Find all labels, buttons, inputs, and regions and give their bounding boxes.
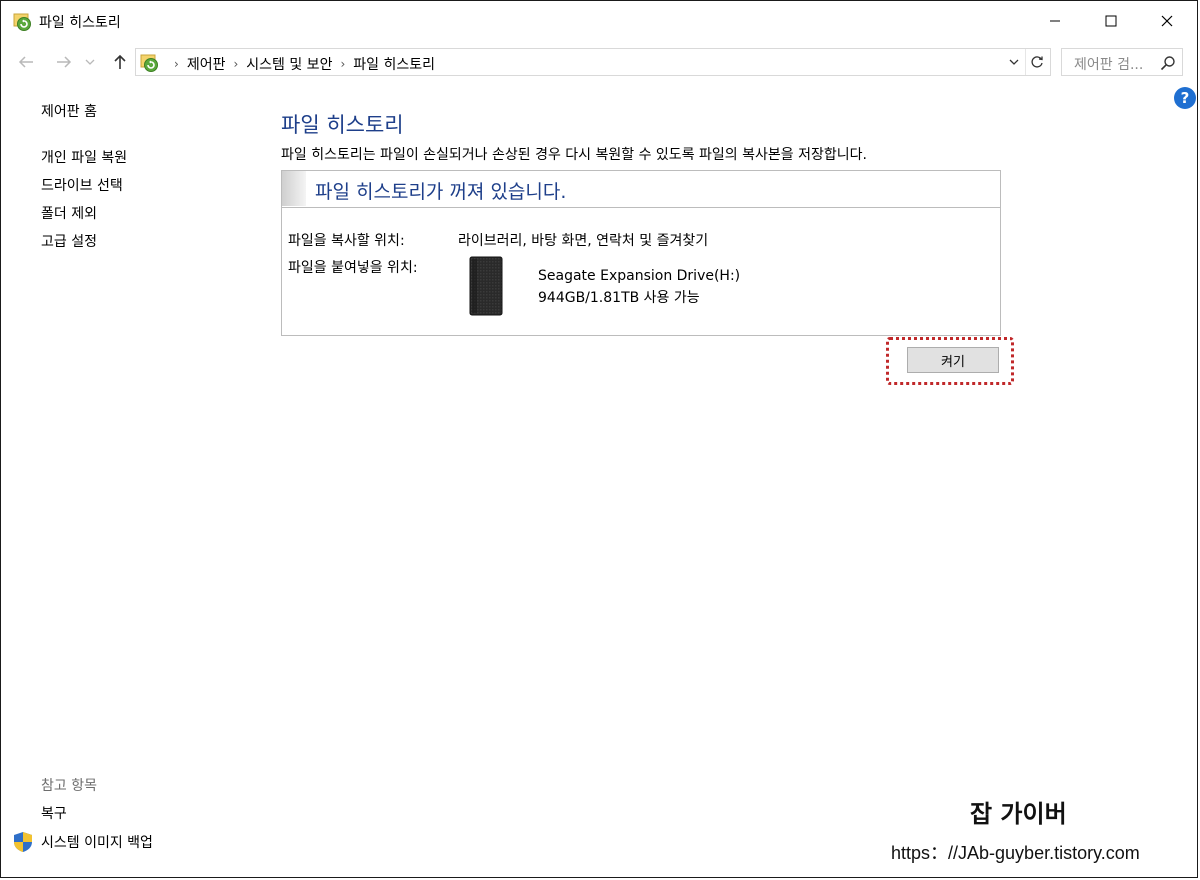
file-history-window: 파일 히스토리 › 제어판 › 시스템 및 보안 › 파일 히스토리 제어판 검…: [0, 0, 1198, 878]
up-arrow-icon: [114, 54, 126, 69]
refresh-icon: [1031, 56, 1043, 68]
system-image-backup-link[interactable]: 시스템 이미지 백업: [13, 831, 153, 853]
address-dropdown-button[interactable]: [1004, 49, 1024, 75]
up-button[interactable]: [107, 49, 133, 75]
breadcrumb-separator[interactable]: ›: [233, 57, 238, 71]
close-button[interactable]: [1139, 1, 1195, 41]
shield-icon: [14, 832, 32, 852]
recent-locations-button[interactable]: [83, 49, 97, 75]
breadcrumb: › 제어판 › 시스템 및 보안 › 파일 히스토리: [166, 54, 435, 74]
watermark-title: 잡 가이버: [970, 800, 1067, 828]
back-button[interactable]: [13, 49, 39, 75]
search-icon: [1160, 56, 1175, 71]
help-icon[interactable]: ?: [1174, 87, 1196, 109]
sidebar-item-control-panel-home[interactable]: 제어판 홈: [41, 101, 97, 121]
page-description: 파일 히스토리는 파일이 손실되거나 손상된 경우 다시 복원할 수 있도록 파…: [281, 147, 867, 163]
status-panel: 파일 히스토리가 꺼져 있습니다. 파일을 복사할 위치: 라이브러리, 바탕 …: [281, 170, 1001, 336]
forward-arrow-icon: [57, 56, 72, 68]
sidebar-item-advanced-settings[interactable]: 고급 설정: [41, 231, 97, 251]
navigation-bar: › 제어판 › 시스템 및 보안 › 파일 히스토리 제어판 검...: [1, 45, 1197, 79]
breadcrumb-control-panel[interactable]: 제어판: [187, 54, 226, 74]
refresh-button[interactable]: [1025, 49, 1048, 75]
drive-name: Seagate Expansion Drive(H:): [538, 268, 741, 284]
copy-from-value: 라이브러리, 바탕 화면, 연락처 및 즐겨찾기: [458, 233, 709, 249]
drive-space: 944GB/1.81TB 사용 가능: [538, 290, 700, 306]
breadcrumb-system-security[interactable]: 시스템 및 보안: [246, 54, 332, 74]
sidebar-item-restore-personal-files[interactable]: 개인 파일 복원: [41, 147, 127, 167]
copy-to-label: 파일을 붙여넣을 위치:: [288, 260, 418, 276]
maximize-button[interactable]: [1083, 1, 1139, 41]
sidebar-item-exclude-folders[interactable]: 폴더 제외: [41, 203, 97, 223]
close-icon: [1161, 15, 1173, 27]
window-title: 파일 히스토리: [39, 15, 121, 31]
status-panel-header: 파일 히스토리가 꺼져 있습니다.: [282, 171, 1000, 208]
turn-on-button[interactable]: 켜기: [907, 347, 999, 373]
breadcrumb-separator: ›: [174, 57, 179, 71]
watermark-url: https：//JAb-guyber.tistory.com: [891, 843, 1140, 863]
address-bar[interactable]: › 제어판 › 시스템 및 보안 › 파일 히스토리: [135, 48, 1051, 76]
recent-dropdown-icon: [85, 59, 95, 65]
breadcrumb-file-history[interactable]: 파일 히스토리: [353, 54, 435, 74]
search-input[interactable]: 제어판 검...: [1061, 48, 1183, 76]
breadcrumb-separator[interactable]: ›: [340, 57, 345, 71]
maximize-icon: [1105, 15, 1117, 27]
minimize-icon: [1050, 20, 1060, 22]
see-also-heading: 참고 항목: [41, 778, 97, 794]
system-image-backup-label: 시스템 이미지 백업: [41, 835, 153, 851]
title-bar: 파일 히스토리: [1, 1, 1197, 41]
page-title: 파일 히스토리: [281, 113, 404, 137]
chevron-down-icon: [1009, 59, 1019, 65]
search-placeholder: 제어판 검...: [1074, 57, 1144, 73]
drive-icon: [468, 255, 504, 317]
status-heading: 파일 히스토리가 꺼져 있습니다.: [315, 181, 567, 203]
header-accent: [282, 171, 306, 206]
minimize-button[interactable]: [1027, 1, 1083, 41]
file-history-icon: [140, 53, 160, 73]
sidebar-item-select-drive[interactable]: 드라이브 선택: [41, 175, 123, 195]
copy-from-label: 파일을 복사할 위치:: [288, 233, 405, 249]
back-arrow-icon: [18, 56, 33, 68]
file-history-icon: [13, 12, 33, 32]
recovery-link[interactable]: 복구: [41, 803, 67, 823]
forward-button[interactable]: [51, 49, 77, 75]
